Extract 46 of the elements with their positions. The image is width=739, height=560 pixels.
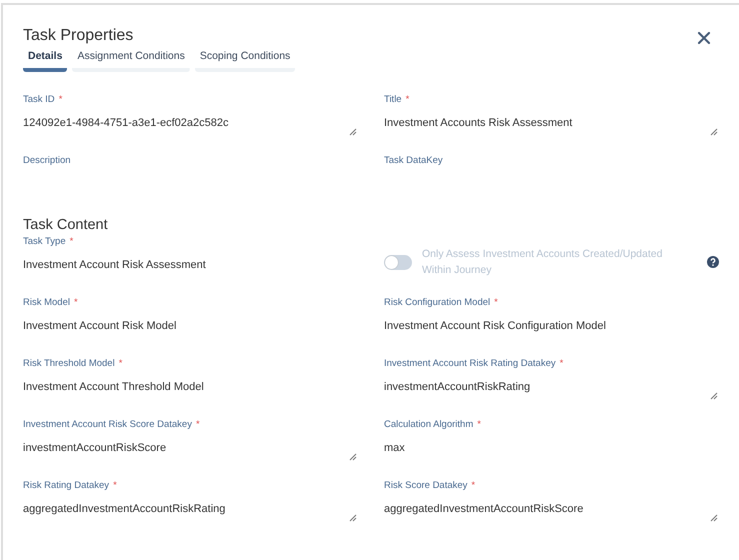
input-field[interactable]: Investment Account Threshold Model — [23, 379, 358, 395]
required-mark: * — [113, 480, 117, 491]
text-area[interactable]: investmentAccountRiskRating — [384, 379, 719, 395]
resize-handle-icon[interactable] — [710, 128, 718, 136]
input-field[interactable]: max — [384, 440, 719, 456]
field-label: Task DataKey — [384, 155, 443, 166]
resize-handle-icon[interactable] — [349, 128, 357, 136]
required-mark: * — [494, 297, 498, 308]
section-heading: Task Content — [23, 217, 108, 233]
resize-handle-icon[interactable] — [710, 514, 718, 522]
field-label: Risk Rating Datakey — [23, 480, 110, 491]
field-label: Investment Account Risk Score Datakey — [23, 419, 192, 430]
required-mark: * — [560, 358, 564, 369]
input-field[interactable]: Investment Account Risk Assessment — [23, 257, 358, 273]
dialog-title: Task Properties — [23, 27, 134, 45]
field-label: Risk Score Datakey — [384, 480, 468, 491]
required-mark: * — [196, 419, 200, 430]
required-mark: * — [406, 94, 410, 105]
input-field[interactable]: Investment Account Risk Configuration Model — [384, 318, 719, 334]
close-icon[interactable] — [697, 31, 711, 45]
field-label: Risk Configuration Model — [384, 297, 490, 308]
text-area[interactable]: 124092e1-4984-4751-a3e1-ecf02a2c582c — [23, 115, 358, 131]
field-label: Risk Threshold Model — [23, 358, 115, 369]
field-label: Task Type — [23, 236, 66, 247]
required-mark: * — [58, 94, 62, 105]
help-icon[interactable] — [707, 256, 719, 268]
resize-handle-icon[interactable] — [710, 392, 718, 400]
field-label: Task ID — [23, 94, 55, 105]
required-mark: * — [118, 358, 122, 369]
input-field[interactable]: Investment Account Risk Model — [23, 318, 358, 334]
required-mark: * — [477, 419, 481, 430]
field-label: Risk Model — [23, 297, 70, 308]
field-label: Calculation Algorithm — [384, 419, 474, 430]
required-mark: * — [74, 297, 78, 308]
resize-handle-icon[interactable] — [349, 453, 357, 461]
resize-handle-icon[interactable] — [349, 514, 357, 522]
toggle-label: Only Assess Investment Accounts Created/Updated Within Journey — [422, 247, 664, 278]
field-label: Title — [384, 94, 402, 105]
text-area[interactable]: aggregatedInvestmentAccountRiskRating — [23, 501, 358, 517]
text-area[interactable]: investmentAccountRiskScore — [23, 440, 358, 456]
field-label: Investment Account Risk Rating Datakey — [384, 358, 556, 369]
field-label: Description — [23, 155, 71, 166]
required-mark: * — [471, 480, 476, 491]
text-area[interactable]: aggregatedInvestmentAccountRiskScore — [384, 501, 719, 517]
text-area[interactable]: Investment Accounts Risk Assessment — [384, 115, 719, 131]
required-mark: * — [70, 236, 74, 247]
